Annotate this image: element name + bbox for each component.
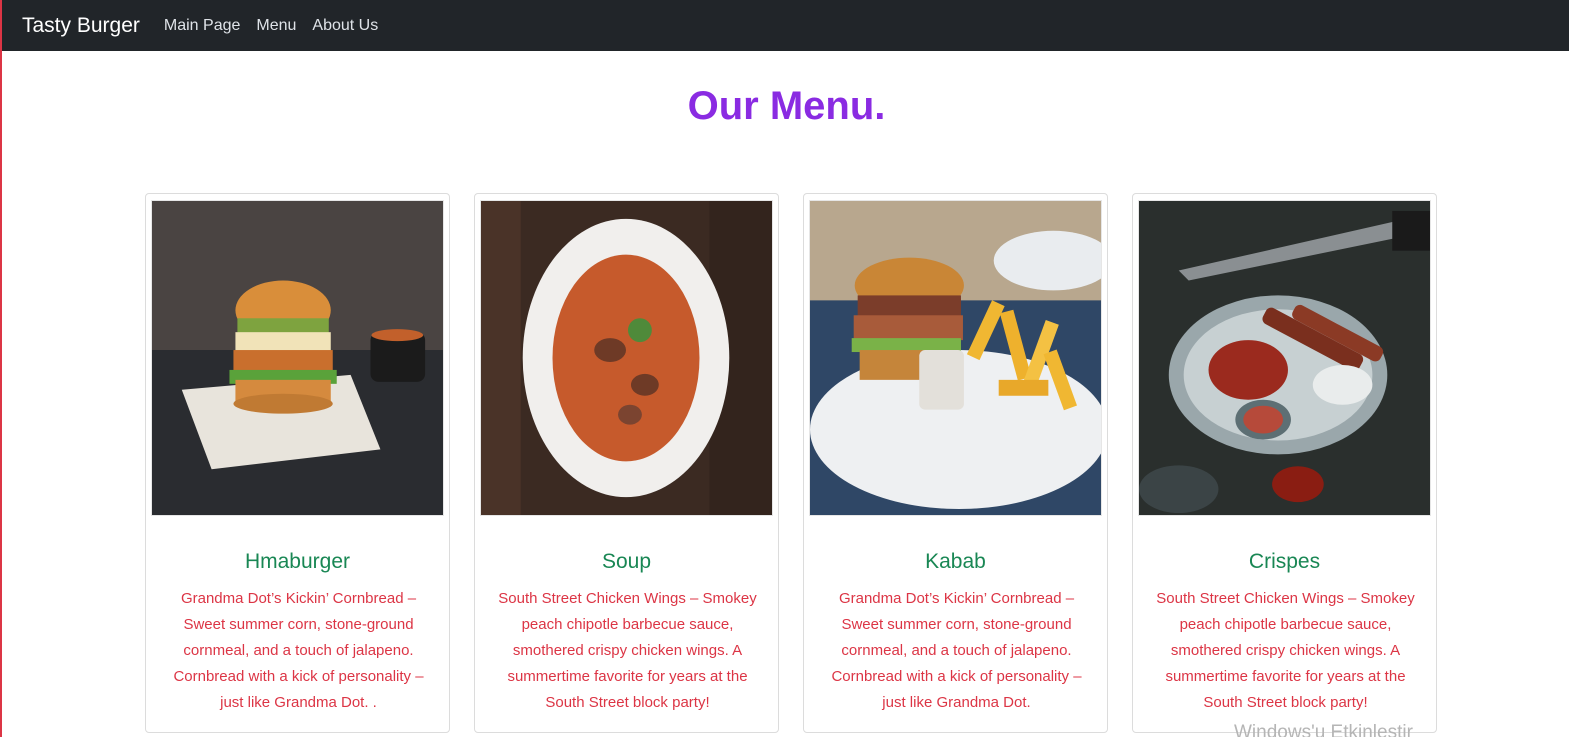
card-description: Grandma Dot’s Kickin’ Cornbread – Sweet … <box>173 590 424 711</box>
card-title: Crispes <box>1248 550 1321 573</box>
windows-activation-watermark: Windows'u Etkinleştir <box>1234 722 1413 737</box>
menu-card-soup: Soup South Street Chicken Wings – Smokey… <box>474 193 779 733</box>
card-title: Hmaburger <box>244 550 351 573</box>
card-description: South Street Chicken Wings – Smokey peac… <box>498 590 757 711</box>
menu-card-kabab: Kabab Grandma Dot’s Kickin’ Cornbread – … <box>803 193 1108 733</box>
crispes-image <box>1138 200 1431 516</box>
page-title: Our Menu. <box>687 84 886 128</box>
card-title: Soup <box>601 550 652 573</box>
menu-card-crispes: Crispes South Street Chicken Wings – Smo… <box>1132 193 1437 733</box>
menu-card-hamburger: Hmaburger Grandma Dot’s Kickin’ Cornbrea… <box>145 193 450 733</box>
card-description: South Street Chicken Wings – Smokey peac… <box>1156 590 1415 711</box>
nav-link-main-page[interactable]: Main Page <box>164 17 241 35</box>
kabab-image <box>809 200 1102 516</box>
nav-link-menu[interactable]: Menu <box>256 17 296 35</box>
brand-logo-text[interactable]: Tasty Burger <box>22 14 140 38</box>
card-title: Kabab <box>925 550 986 573</box>
card-description: Grandma Dot’s Kickin’ Cornbread – Sweet … <box>831 590 1082 711</box>
top-navbar: Tasty Burger Main Page Menu About Us <box>2 0 1569 51</box>
hamburger-image <box>151 200 444 516</box>
nav-link-about-us[interactable]: About Us <box>312 17 378 35</box>
soup-image <box>480 200 773 516</box>
